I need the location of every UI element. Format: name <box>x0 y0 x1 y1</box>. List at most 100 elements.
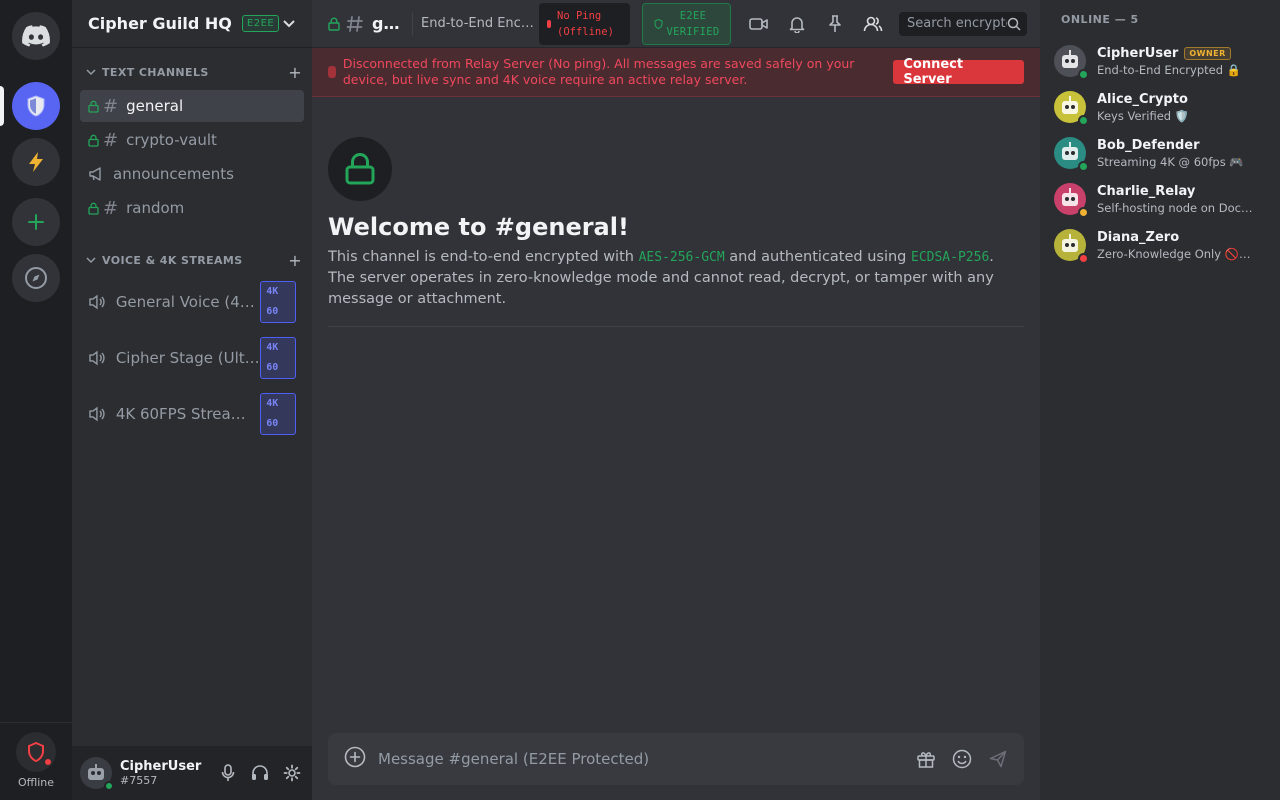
explore-servers-button[interactable] <box>12 254 60 302</box>
text-channels-category[interactable]: TEXT CHANNELS + <box>72 60 312 84</box>
ping-status-badge[interactable]: No Ping (Offline) <box>539 2 630 45</box>
welcome-text: and authenticated using <box>724 249 911 265</box>
search-box[interactable] <box>899 11 1027 36</box>
alert-indicator <box>328 66 336 78</box>
badge-60: 60 <box>266 362 279 373</box>
chat-main: general End-to-End Encrypted Channel No … <box>312 0 1040 800</box>
user-names[interactable]: CipherUser #7557 <box>120 759 201 787</box>
member-name: CipherUser <box>1097 45 1179 61</box>
channel-topic[interactable]: End-to-End Encrypted Channel <box>421 16 537 31</box>
verified-line1: E2EE <box>679 9 707 22</box>
verified-line2: VERIFIED <box>666 25 720 38</box>
signature-code: ECDSA-P256 <box>911 250 990 265</box>
create-channel-icon[interactable]: + <box>288 251 302 270</box>
message-composer <box>328 733 1024 785</box>
member-item[interactable]: Alice_Crypto Keys Verified 🛡️ <box>1048 84 1272 130</box>
online-status-dot <box>104 781 114 791</box>
lock-icon <box>328 137 392 201</box>
bell-icon[interactable] <box>785 12 809 36</box>
add-server-button[interactable] <box>12 198 60 246</box>
send-icon[interactable] <box>986 747 1010 771</box>
connect-server-button[interactable]: Connect Server <box>893 57 1024 87</box>
shield-icon <box>27 95 45 117</box>
gift-icon[interactable] <box>914 747 938 771</box>
voice-channel-label: 4K 60FPS Stream Lounge <box>115 405 260 423</box>
badge-4k: 4K <box>266 342 279 353</box>
voice-channel-label: General Voice (4K 60FPS) <box>115 293 260 311</box>
message-input[interactable] <box>378 750 902 768</box>
channel-label: random <box>126 199 185 217</box>
lock-icon <box>88 202 99 215</box>
create-channel-icon[interactable]: + <box>288 63 302 82</box>
emoji-icon[interactable] <box>950 747 974 771</box>
member-item[interactable]: Bob_Defender Streaming 4K @ 60fps 🎮 <box>1048 130 1272 176</box>
channel-crypto-vault[interactable]: # crypto-vault <box>80 124 304 156</box>
speaker-icon <box>89 294 105 310</box>
member-name: Charlie_Relay <box>1097 183 1196 199</box>
member-name: Diana_Zero <box>1097 229 1180 245</box>
badge-60: 60 <box>266 418 279 429</box>
member-status: Streaming 4K @ 60fps 🎮 <box>1097 154 1244 169</box>
speaker-icon <box>89 406 105 422</box>
channel-header: general End-to-End Encrypted Channel No … <box>312 0 1040 48</box>
server-lightning[interactable] <box>12 138 60 186</box>
member-list-header: ONLINE — 5 <box>1061 13 1139 26</box>
connection-status-label: Offline <box>17 776 55 789</box>
voice-channels-category[interactable]: VOICE & 4K STREAMS + <box>72 248 312 272</box>
offline-dot <box>547 19 551 28</box>
badge-4k: 4K <box>266 286 279 297</box>
voice-channel[interactable]: General Voice (4K 60FPS) 4K 60 <box>80 280 304 324</box>
alert-text: Disconnected from Relay Server (No ping)… <box>342 56 855 87</box>
voice-channel[interactable]: Cipher Stage (Ultra HD) 4K 60 <box>80 336 304 380</box>
connection-status[interactable]: Offline <box>0 728 72 789</box>
pin-icon[interactable] <box>823 12 847 36</box>
hash-icon: # <box>103 197 119 219</box>
divider <box>328 326 1024 327</box>
member-item[interactable]: Charlie_RelaySelf-hosting node on Docker… <box>1048 176 1272 222</box>
connection-status-indicator <box>16 732 56 772</box>
divider <box>412 11 413 36</box>
search-icon <box>1007 17 1021 31</box>
channel-announcements[interactable]: announcements <box>80 158 304 190</box>
gear-icon[interactable] <box>280 761 304 785</box>
voice-channel[interactable]: 4K 60FPS Stream Lounge 4K 60 <box>80 392 304 436</box>
chevron-down-icon[interactable] <box>282 14 296 33</box>
hash-icon: # <box>103 129 119 151</box>
welcome-title: Welcome to #general! <box>328 213 629 241</box>
e2ee-verified-badge[interactable]: E2EE VERIFIED <box>642 2 731 45</box>
presence-dot <box>1078 253 1089 264</box>
server-rail: Offline <box>0 0 72 800</box>
video-call-icon[interactable] <box>747 12 771 36</box>
add-attachment-icon[interactable] <box>344 746 366 772</box>
avatar[interactable] <box>80 757 114 791</box>
shield-offline-icon <box>28 742 44 762</box>
microphone-icon[interactable] <box>216 761 240 785</box>
members-icon[interactable] <box>861 12 885 36</box>
presence-dot <box>1078 115 1089 126</box>
username: CipherUser <box>120 759 202 774</box>
e2ee-tag: E2EE <box>241 15 280 32</box>
chevron-down-icon <box>86 69 96 76</box>
channel-label: crypto-vault <box>126 131 217 149</box>
welcome-description: This channel is end-to-end encrypted wit… <box>328 247 1024 310</box>
member-item[interactable]: Diana_Zero Zero-Knowledge Only 🚫👁️ <box>1048 222 1272 268</box>
shield-check-icon <box>654 18 662 29</box>
avatar <box>1054 137 1089 172</box>
channel-welcome: Welcome to #general! This channel is end… <box>328 137 1024 327</box>
channel-general[interactable]: # general <box>80 90 304 122</box>
channel-random[interactable]: # random <box>80 192 304 224</box>
lock-icon <box>88 100 99 113</box>
avatar <box>1054 91 1089 126</box>
headphones-icon[interactable] <box>248 761 272 785</box>
cipher-code: AES-256-GCM <box>638 250 725 265</box>
badge-4k: 4K <box>266 398 279 409</box>
guild-header[interactable]: Cipher Guild HQ E2EE <box>72 0 312 48</box>
user-discriminator: #7557 <box>120 774 158 787</box>
compass-icon <box>25 267 47 289</box>
search-input[interactable] <box>907 16 1007 31</box>
active-server-pill <box>0 86 4 126</box>
server-cipher-guild[interactable] <box>12 82 60 130</box>
welcome-text: This channel is end-to-end encrypted wit… <box>328 249 639 265</box>
member-item[interactable]: CipherUser OWNER End-to-End Encrypted 🔒 <box>1048 38 1272 84</box>
home-button[interactable] <box>12 12 60 60</box>
